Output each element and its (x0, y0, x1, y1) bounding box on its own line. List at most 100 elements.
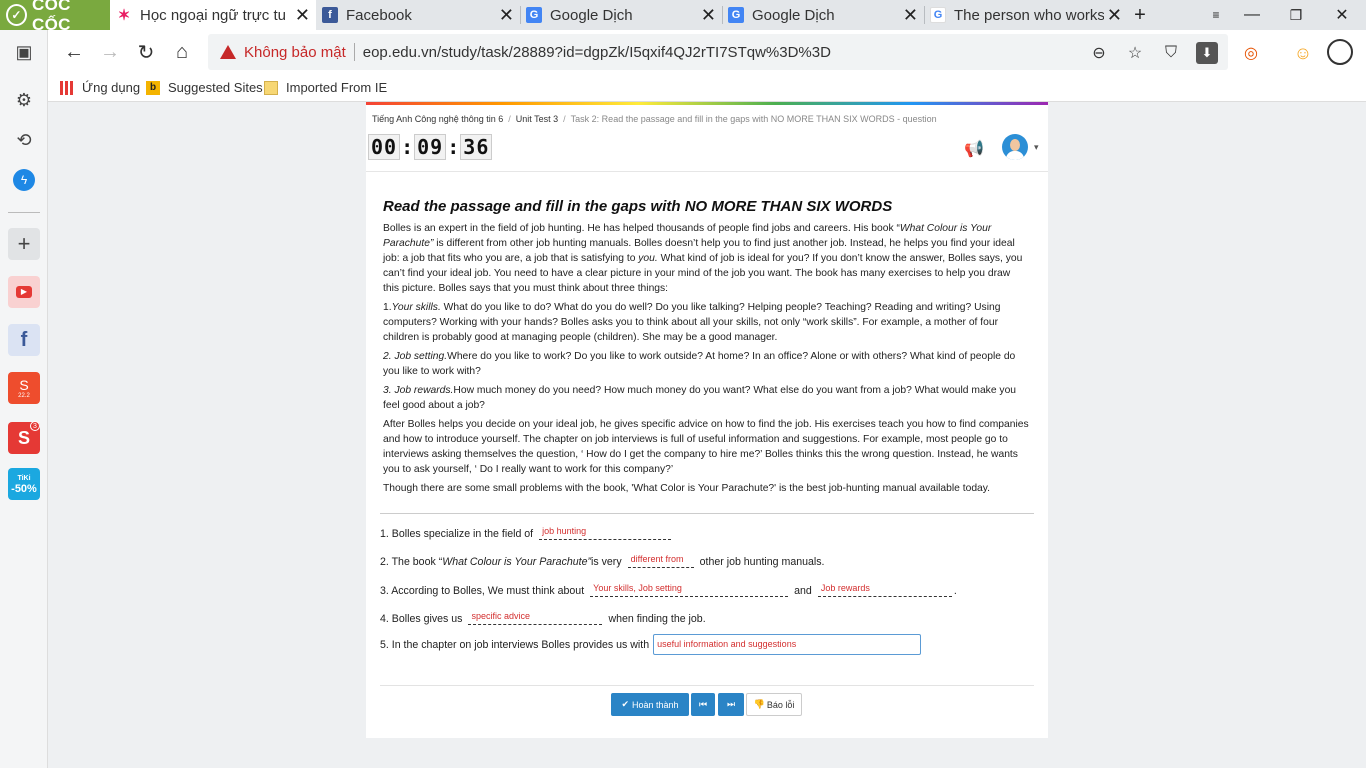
close-tab-icon[interactable]: ✕ (499, 5, 514, 26)
close-tab-icon[interactable]: ✕ (295, 5, 310, 26)
bookmark-suggested-sites[interactable]: b Suggested Sites (146, 80, 263, 95)
previous-question-button[interactable]: ⏮ (691, 693, 715, 716)
tab-eop[interactable]: ✶ Học ngoại ngữ trực tuyế ✕ (110, 0, 316, 30)
sidebar-toggle-icon[interactable]: ▣ (8, 36, 40, 68)
answer-input-3b[interactable]: Job rewards (817, 580, 952, 597)
bookmark-imported-ie[interactable]: Imported From IE (264, 80, 387, 95)
home-button[interactable]: ⌂ (168, 38, 196, 66)
tab-title: Học ngoại ngữ trực tuyế (140, 6, 286, 24)
passage-paragraph: After Bolles helps you decide on your id… (383, 419, 1029, 475)
tab-separator (722, 6, 723, 24)
folder-icon (264, 80, 278, 95)
eop-icon: ✶ (117, 7, 131, 24)
question-text: and (794, 585, 812, 597)
url-text[interactable]: eop.edu.vn/study/task/28889?id=dgpZk/I5q… (363, 44, 831, 61)
shopee-icon[interactable]: S 22.2 (8, 372, 40, 404)
breadcrumb-task: Task 2: Read the passage and fill in the… (570, 114, 937, 124)
report-error-button[interactable]: 👎 Báo lỗi (746, 693, 802, 716)
shield-icon[interactable]: ⛉ (1160, 42, 1182, 64)
countdown-timer: 00:09:36 (368, 134, 493, 160)
bing-icon: b (146, 80, 160, 95)
close-tab-icon[interactable]: ✕ (701, 5, 716, 26)
close-window-button[interactable]: ✕ (1322, 0, 1362, 30)
apps-icon (60, 80, 74, 95)
question-text: 3. According to Bolles, We must think ab… (380, 585, 585, 597)
google-icon: G (930, 7, 946, 23)
chevron-down-icon[interactable]: ▾ (1034, 142, 1039, 153)
google-translate-icon: G (728, 7, 744, 23)
messenger-icon[interactable]: ϟ (8, 164, 40, 196)
minimize-button[interactable]: — (1232, 0, 1272, 30)
passage-paragraph: 3. Job rewards.How much money do you nee… (383, 385, 1017, 411)
tab-google-search[interactable]: G The person who works v ✕ (924, 0, 1128, 30)
megaphone-icon[interactable]: 📢 (964, 139, 984, 159)
add-sidebar-app-icon[interactable]: + (8, 228, 40, 260)
tab-google-translate-2[interactable]: G Google Dịch ✕ (722, 0, 924, 30)
bookmark-star-icon[interactable]: ☆ (1124, 42, 1146, 64)
header-divider (366, 171, 1048, 172)
security-warning[interactable]: Không bảo mật (220, 44, 346, 61)
finish-label: Hoàn thành (632, 699, 679, 710)
header-accent-bar (366, 102, 1048, 105)
facebook-icon[interactable]: f (8, 324, 40, 356)
bookmark-apps[interactable]: Ứng dụng (60, 80, 140, 95)
finish-button[interactable]: ✔ Hoàn thành (611, 693, 689, 716)
answer-input-3a[interactable]: Your skills, Job setting (590, 580, 789, 597)
passage-paragraph: 1.Your skills. What do you like to do? W… (383, 302, 1001, 343)
tab-list-icon[interactable]: ≡ (1196, 0, 1236, 30)
download-icon[interactable]: ⬇ (1196, 42, 1218, 64)
tiki-badge: -50% (11, 483, 37, 495)
footer-divider (380, 685, 1034, 686)
security-label: Không bảo mật (244, 43, 346, 61)
zoom-icon[interactable]: ⊖ (1088, 42, 1110, 64)
answer-input-5[interactable]: useful information and suggestions (653, 634, 922, 655)
settings-icon[interactable]: ⚙ (8, 84, 40, 116)
bookmarks-bar: Ứng dụng b Suggested Sites Imported From… (48, 74, 1366, 102)
notification-badge: 3 (30, 421, 40, 431)
report-label: Báo lỗi (766, 699, 795, 710)
address-separator (353, 43, 355, 61)
back-button[interactable]: ← (60, 38, 88, 66)
history-icon[interactable]: ⟲ (8, 124, 40, 156)
breadcrumb-course[interactable]: Tiếng Anh Công nghệ thông tin 6 (372, 114, 503, 124)
question-text: 4. Bolles gives us (380, 613, 463, 625)
shopee-badge: 22.2 (18, 392, 30, 399)
bookmark-label: Imported From IE (286, 80, 388, 95)
close-tab-icon[interactable]: ✕ (903, 5, 918, 26)
google-translate-icon: G (526, 7, 542, 23)
tab-facebook[interactable]: f Facebook ✕ (316, 0, 520, 30)
skip-back-icon: ⏮ (698, 699, 708, 709)
timer-hours: 00 (368, 134, 401, 160)
passage-paragraph: Bolles is an expert in the field of job … (383, 223, 1023, 294)
answer-input-1[interactable]: job hunting (539, 523, 672, 540)
tab-title: The person who works v (954, 6, 1104, 24)
reload-button[interactable]: ↻ (132, 38, 160, 66)
question-3: 3. According to Bolles, We must think ab… (380, 580, 957, 597)
next-question-button[interactable]: ⏭ (718, 693, 744, 716)
passage-paragraph: Though there are some small problems wit… (383, 483, 991, 494)
tab-google-translate-1[interactable]: G Google Dịch ✕ (520, 0, 722, 30)
youtube-icon[interactable]: ▶ (8, 276, 40, 308)
forward-button[interactable]: → (96, 38, 124, 66)
emoji-icon[interactable]: ☺ (1292, 42, 1314, 64)
profile-icon[interactable] (1327, 39, 1353, 65)
coccoc-menu-button[interactable]: ✓ CỐC CỐC (0, 0, 110, 34)
breadcrumb-unit[interactable]: Unit Test 3 (516, 114, 558, 124)
avatar[interactable] (1002, 134, 1028, 160)
answer-input-4[interactable]: specific advice (468, 608, 603, 625)
question-5: 5. In the chapter on job interviews Boll… (380, 634, 927, 655)
check-icon: ✔ (621, 699, 629, 709)
section-divider (380, 513, 1034, 514)
restore-button[interactable]: ❐ (1276, 0, 1316, 30)
warning-icon (220, 45, 236, 59)
reading-passage: Bolles is an expert in the field of job … (383, 221, 1029, 500)
new-tab-button[interactable]: + (1120, 0, 1160, 30)
question-1: 1. Bolles specialize in the field of job… (380, 523, 677, 540)
address-bar[interactable]: Không bảo mật eop.edu.vn/study/task/2888… (208, 34, 1228, 70)
answer-input-2[interactable]: different from (627, 551, 694, 568)
extension-icon[interactable]: ◎ (1240, 42, 1262, 64)
browser-sidebar: ▣ ⚙ ⟲ ϟ + ▶ f S 22.2 S 3 TiKi -50% (0, 30, 48, 768)
tiki-icon[interactable]: TiKi -50% (8, 468, 40, 500)
tab-title: Facebook (346, 6, 412, 24)
breadcrumb: Tiếng Anh Công nghệ thông tin 6/Unit Tes… (372, 114, 937, 124)
